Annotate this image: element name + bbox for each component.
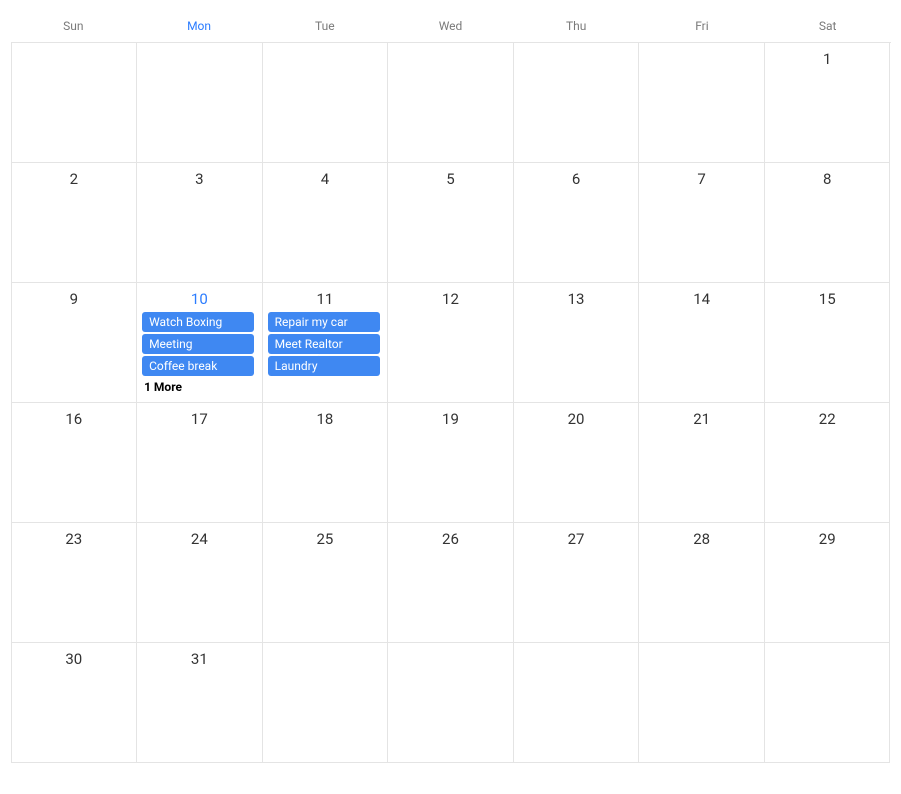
day-cell[interactable] xyxy=(388,643,514,763)
day-number: 23 xyxy=(17,529,132,549)
day-number: 3 xyxy=(142,169,257,189)
day-cell[interactable]: 1 xyxy=(765,43,891,163)
day-number: 13 xyxy=(519,289,634,309)
event-chip[interactable]: Meeting xyxy=(142,334,254,354)
day-number: 17 xyxy=(142,409,257,429)
day-number: 30 xyxy=(17,649,132,669)
event-chip[interactable]: Laundry xyxy=(268,356,380,376)
day-cell[interactable] xyxy=(263,43,389,163)
day-number: 4 xyxy=(268,169,383,189)
day-cell[interactable] xyxy=(639,43,765,163)
day-cell[interactable] xyxy=(514,43,640,163)
day-number: 27 xyxy=(519,529,634,549)
day-cell[interactable]: 14 xyxy=(639,283,765,403)
day-number: 25 xyxy=(268,529,383,549)
day-number: 1 xyxy=(770,49,885,69)
day-number: 6 xyxy=(519,169,634,189)
day-cell[interactable]: 8 xyxy=(765,163,891,283)
calendar: Sun Mon Tue Wed Thu Fri Sat 1 2 3 4 5 6 … xyxy=(11,10,891,763)
weekday-header-row: Sun Mon Tue Wed Thu Fri Sat xyxy=(11,10,891,42)
day-number: 31 xyxy=(142,649,257,669)
day-cell[interactable]: 24 xyxy=(137,523,263,643)
day-cell[interactable]: 2 xyxy=(12,163,138,283)
day-cell[interactable]: 20 xyxy=(514,403,640,523)
weekday-sun: Sun xyxy=(11,10,137,42)
weekday-sat: Sat xyxy=(765,10,891,42)
event-chip[interactable]: Meet Realtor xyxy=(268,334,380,354)
day-cell[interactable]: 18 xyxy=(263,403,389,523)
day-cell[interactable] xyxy=(388,43,514,163)
more-events-link[interactable]: 1 More xyxy=(142,378,257,394)
day-cell[interactable]: 4 xyxy=(263,163,389,283)
day-number: 9 xyxy=(17,289,132,309)
day-number: 22 xyxy=(770,409,885,429)
day-number: 20 xyxy=(519,409,634,429)
day-cell[interactable]: 5 xyxy=(388,163,514,283)
day-cell[interactable] xyxy=(514,643,640,763)
day-cell[interactable]: 13 xyxy=(514,283,640,403)
weekday-fri: Fri xyxy=(639,10,765,42)
day-cell[interactable] xyxy=(639,643,765,763)
day-cell[interactable]: 31 xyxy=(137,643,263,763)
day-cell[interactable]: 7 xyxy=(639,163,765,283)
calendar-grid: 1 2 3 4 5 6 7 8 9 10 Watch Boxing Meetin… xyxy=(11,42,891,763)
day-cell[interactable]: 3 xyxy=(137,163,263,283)
day-number: 26 xyxy=(393,529,508,549)
weekday-thu: Thu xyxy=(513,10,639,42)
day-number: 19 xyxy=(393,409,508,429)
day-cell[interactable]: 17 xyxy=(137,403,263,523)
day-cell[interactable] xyxy=(765,643,891,763)
day-number: 29 xyxy=(770,529,885,549)
day-cell[interactable]: 6 xyxy=(514,163,640,283)
day-number: 14 xyxy=(644,289,759,309)
day-cell[interactable] xyxy=(12,43,138,163)
day-number: 12 xyxy=(393,289,508,309)
day-cell[interactable] xyxy=(263,643,389,763)
day-cell[interactable]: 11 Repair my car Meet Realtor Laundry xyxy=(263,283,389,403)
day-number: 24 xyxy=(142,529,257,549)
day-cell[interactable]: 22 xyxy=(765,403,891,523)
day-number: 7 xyxy=(644,169,759,189)
day-cell[interactable]: 19 xyxy=(388,403,514,523)
day-number: 2 xyxy=(17,169,132,189)
day-number: 5 xyxy=(393,169,508,189)
day-cell[interactable]: 10 Watch Boxing Meeting Coffee break 1 M… xyxy=(137,283,263,403)
day-cell[interactable]: 25 xyxy=(263,523,389,643)
event-chip[interactable]: Coffee break xyxy=(142,356,254,376)
day-number: 16 xyxy=(17,409,132,429)
day-cell[interactable]: 21 xyxy=(639,403,765,523)
day-cell[interactable]: 29 xyxy=(765,523,891,643)
weekday-wed: Wed xyxy=(388,10,514,42)
weekday-mon: Mon xyxy=(136,10,262,42)
day-number-today: 10 xyxy=(142,289,257,309)
day-cell[interactable]: 28 xyxy=(639,523,765,643)
day-cell[interactable]: 9 xyxy=(12,283,138,403)
weekday-tue: Tue xyxy=(262,10,388,42)
day-cell[interactable]: 26 xyxy=(388,523,514,643)
day-cell[interactable]: 30 xyxy=(12,643,138,763)
day-cell[interactable]: 12 xyxy=(388,283,514,403)
day-cell[interactable]: 15 xyxy=(765,283,891,403)
day-number: 18 xyxy=(268,409,383,429)
day-number: 8 xyxy=(770,169,885,189)
day-number: 15 xyxy=(770,289,885,309)
day-cell[interactable]: 23 xyxy=(12,523,138,643)
day-cell[interactable]: 16 xyxy=(12,403,138,523)
day-number: 28 xyxy=(644,529,759,549)
day-number: 21 xyxy=(644,409,759,429)
event-chip[interactable]: Repair my car xyxy=(268,312,380,332)
event-chip[interactable]: Watch Boxing xyxy=(142,312,254,332)
day-cell[interactable]: 27 xyxy=(514,523,640,643)
day-number: 11 xyxy=(268,289,383,309)
day-cell[interactable] xyxy=(137,43,263,163)
